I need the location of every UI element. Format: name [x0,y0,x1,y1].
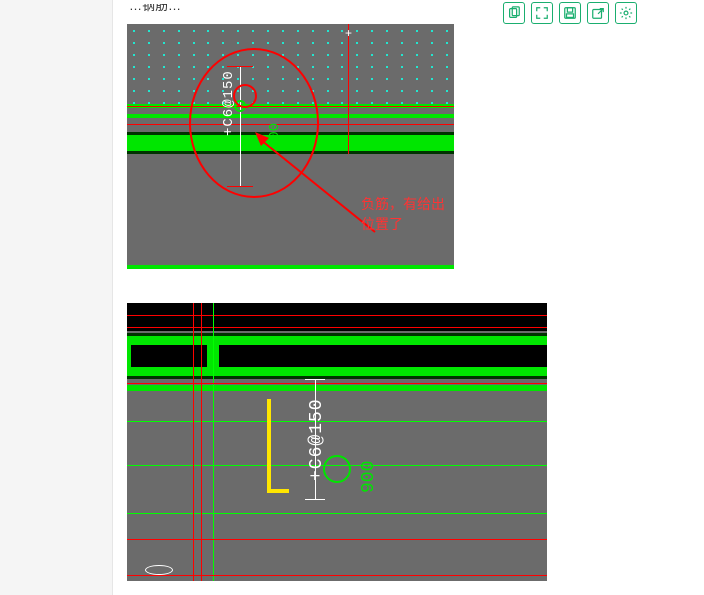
rebar-label-2: +C6@150 [307,398,327,481]
dimension-label-1: 900 [267,123,283,148]
cad-image-2-container: +C6@150 900 [127,303,690,581]
save-button[interactable] [559,2,581,24]
settings-button[interactable] [615,2,637,24]
section-symbol-icon [145,565,173,575]
cad-image-2: +C6@150 900 [127,303,547,581]
image-toolbar [503,2,637,24]
left-sidebar [0,0,113,595]
crosshair-icon: + [345,26,352,40]
rebar-label-1: +C6@150 [221,70,237,136]
share-button[interactable] [587,2,609,24]
share-icon [591,6,605,20]
annotation-text: 负筋，有给出位置了 [361,194,454,234]
main-content: …钢筋… document.write(Array.from({length:7… [113,0,704,595]
cad-image-1: document.write(Array.from({length:7},()=… [127,24,454,269]
expand-icon [535,6,549,20]
dimension-label-2: 900 [359,461,379,493]
settings-icon [619,6,633,20]
save-icon [563,6,577,20]
copy-icon [507,6,521,20]
expand-button[interactable] [531,2,553,24]
cad-image-1-container: document.write(Array.from({length:7},()=… [127,24,690,269]
copy-button[interactable] [503,2,525,24]
